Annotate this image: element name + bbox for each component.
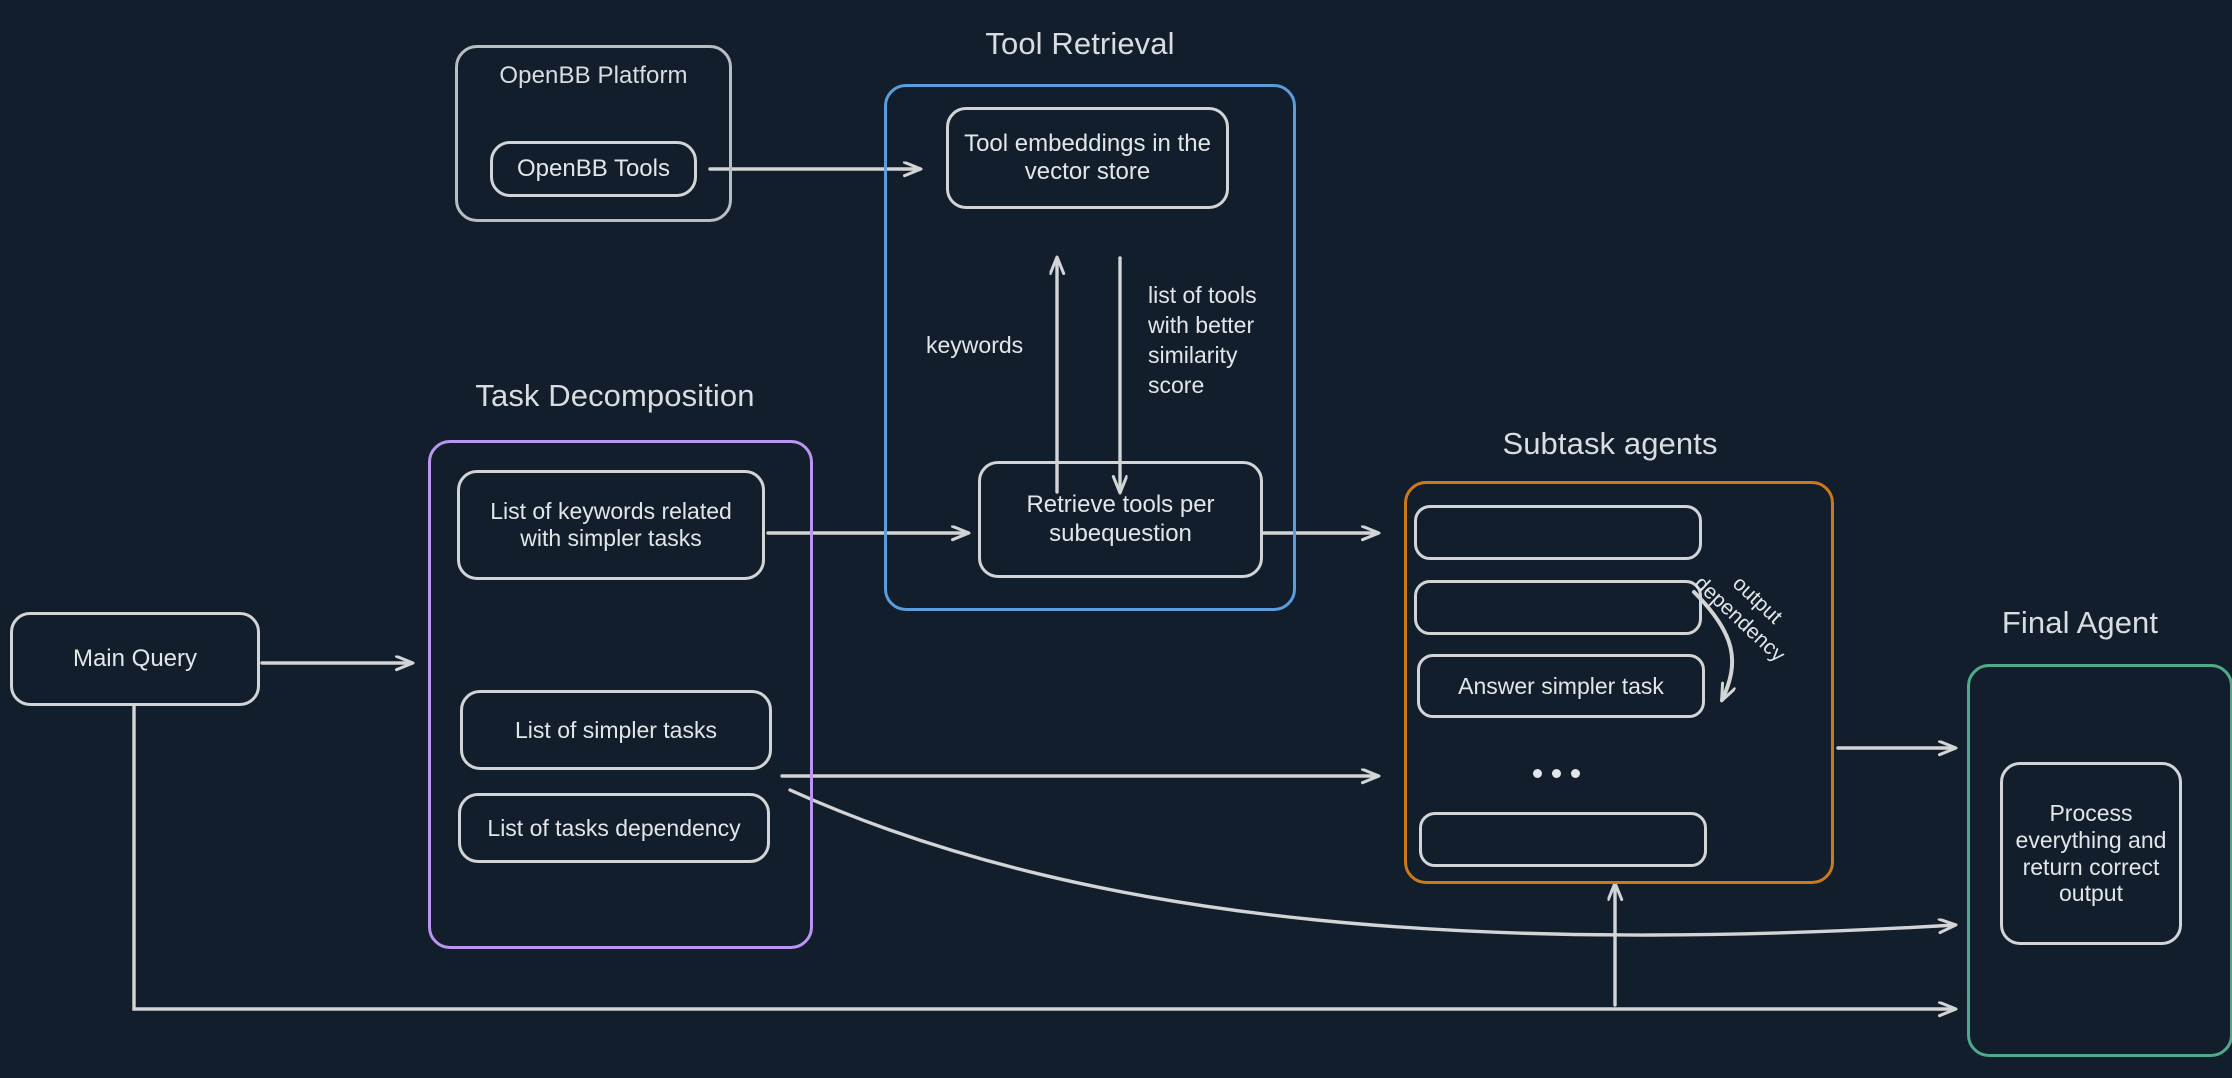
node-list-of-tasks-dependency-label: List of tasks dependency (487, 814, 741, 841)
diagram-canvas: OpenBB Platform OpenBB Tools Tool Retrie… (0, 0, 2232, 1078)
node-subtask-agent-1[interactable] (1414, 505, 1702, 560)
node-main-query[interactable]: Main Query (10, 612, 260, 706)
node-retrieve-tools-label: Retrieve tools per subequestion (1026, 491, 1215, 547)
edge-label-similarity-score: list of tools with better similarity sco… (1148, 282, 1257, 398)
ellipsis-more-agents (1533, 769, 1580, 778)
node-list-of-keywords-label: List of keywords related with simpler ta… (490, 498, 732, 551)
node-process-everything-label: Process everything and return correct ou… (2015, 799, 2167, 907)
group-title-openbb-platform: OpenBB Platform (499, 62, 688, 89)
group-title-tool-retrieval: Tool Retrieval (985, 26, 1175, 61)
node-openbb-tools-label: OpenBB Tools (517, 154, 670, 182)
node-openbb-tools[interactable]: OpenBB Tools (490, 141, 697, 197)
node-retrieve-tools[interactable]: Retrieve tools per subequestion (978, 461, 1263, 578)
node-list-of-tasks-dependency[interactable]: List of tasks dependency (458, 793, 770, 863)
group-title-task-decomposition: Task Decomposition (475, 378, 755, 413)
node-subtask-agent-last[interactable] (1419, 812, 1707, 867)
group-title-subtask-agents: Subtask agents (1502, 426, 1718, 461)
node-list-of-simpler-tasks-label: List of simpler tasks (515, 716, 717, 743)
node-list-of-simpler-tasks[interactable]: List of simpler tasks (460, 690, 772, 770)
node-main-query-label: Main Query (72, 644, 198, 672)
node-tool-embeddings-label: Tool embeddings in the vector store (964, 129, 1211, 185)
edge-label-keywords: keywords (926, 332, 1024, 358)
node-process-everything[interactable]: Process everything and return correct ou… (2000, 762, 2182, 945)
node-answer-simpler-task-label: Answer simpler task (1458, 672, 1664, 699)
node-subtask-agent-2[interactable] (1414, 580, 1702, 635)
node-list-of-keywords[interactable]: List of keywords related with simpler ta… (457, 470, 765, 580)
node-tool-embeddings[interactable]: Tool embeddings in the vector store (946, 107, 1229, 209)
node-answer-simpler-task[interactable]: Answer simpler task (1417, 654, 1705, 718)
group-title-final-agent: Final Agent (2001, 605, 2159, 640)
